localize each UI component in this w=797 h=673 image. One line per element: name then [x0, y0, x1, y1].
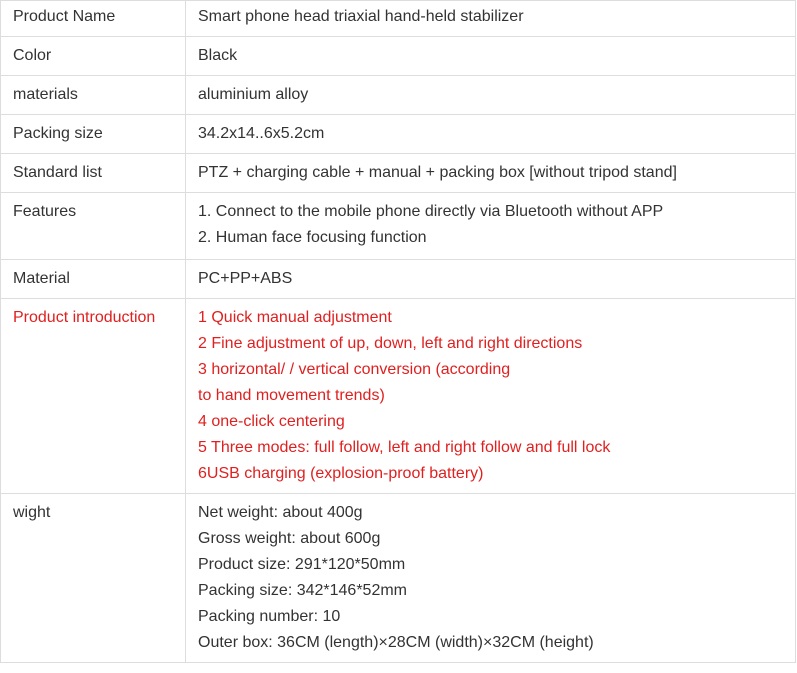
spec-value: PTZ + charging cable + manual + packing … — [185, 153, 796, 193]
spec-value-line: 6USB charging (explosion-proof battery) — [198, 465, 484, 482]
spec-value-line: Packing size: 342*146*52mm — [198, 582, 408, 599]
spec-value: 1. Connect to the mobile phone directly … — [185, 192, 796, 260]
spec-value-line: Black — [198, 47, 238, 64]
spec-label: Packing size — [0, 114, 186, 154]
spec-value-line: PTZ + charging cable + manual + packing … — [198, 164, 677, 181]
spec-value-line: Smart phone head triaxial hand-held stab… — [198, 8, 524, 25]
spec-value: aluminium alloy — [185, 75, 796, 115]
spec-value-line: 2 Fine adjustment of up, down, left and … — [198, 335, 583, 352]
product-spec-table: Product Name Smart phone head triaxial h… — [0, 0, 796, 663]
spec-label: wight — [0, 493, 186, 663]
spec-value-line: 5 Three modes: full follow, left and rig… — [198, 439, 611, 456]
spec-row-weight: wight Net weight: about 400g Gross weigh… — [0, 493, 796, 663]
spec-row-color: Color Black — [0, 36, 796, 76]
spec-value-line: 3 horizontal/ / vertical conversion (acc… — [198, 361, 511, 378]
spec-row-product-introduction: Product introduction 1 Quick manual adju… — [0, 298, 796, 494]
spec-value-line: Net weight: about 400g — [198, 504, 363, 521]
spec-value: 34.2x14..6x5.2cm — [185, 114, 796, 154]
spec-value-line: Gross weight: about 600g — [198, 530, 381, 547]
spec-value-line: 1. Connect to the mobile phone directly … — [198, 203, 664, 220]
spec-value-line: 34.2x14..6x5.2cm — [198, 125, 325, 142]
spec-row-features: Features 1. Connect to the mobile phone … — [0, 192, 796, 260]
spec-value: Smart phone head triaxial hand-held stab… — [185, 0, 796, 37]
spec-label: Material — [0, 259, 186, 299]
spec-label: materials — [0, 75, 186, 115]
spec-value-line: 2. Human face focusing function — [198, 229, 427, 246]
spec-label: Product introduction — [0, 298, 186, 494]
spec-label: Color — [0, 36, 186, 76]
spec-row-material: Material PC+PP+ABS — [0, 259, 796, 299]
spec-label: Features — [0, 192, 186, 260]
spec-row-packing-size: Packing size 34.2x14..6x5.2cm — [0, 114, 796, 154]
spec-label: Product Name — [0, 0, 186, 37]
spec-value: Black — [185, 36, 796, 76]
spec-value-line: Outer box: 36CM (length)×28CM (width)×32… — [198, 634, 594, 651]
spec-value-line: Packing number: 10 — [198, 608, 341, 625]
spec-value-line: Product size: 291*120*50mm — [198, 556, 406, 573]
spec-row-product-name: Product Name Smart phone head triaxial h… — [0, 0, 796, 37]
spec-value-line: PC+PP+ABS — [198, 270, 293, 287]
spec-value: PC+PP+ABS — [185, 259, 796, 299]
spec-value-line: 1 Quick manual adjustment — [198, 309, 392, 326]
spec-label: Standard list — [0, 153, 186, 193]
spec-value-line: 4 one-click centering — [198, 413, 345, 430]
spec-value-line: aluminium alloy — [198, 86, 309, 103]
spec-value: Net weight: about 400g Gross weight: abo… — [185, 493, 796, 663]
spec-row-materials: materials aluminium alloy — [0, 75, 796, 115]
spec-value: 1 Quick manual adjustment 2 Fine adjustm… — [185, 298, 796, 494]
spec-value-line: to hand movement trends) — [198, 387, 385, 404]
spec-row-standard-list: Standard list PTZ + charging cable + man… — [0, 153, 796, 193]
